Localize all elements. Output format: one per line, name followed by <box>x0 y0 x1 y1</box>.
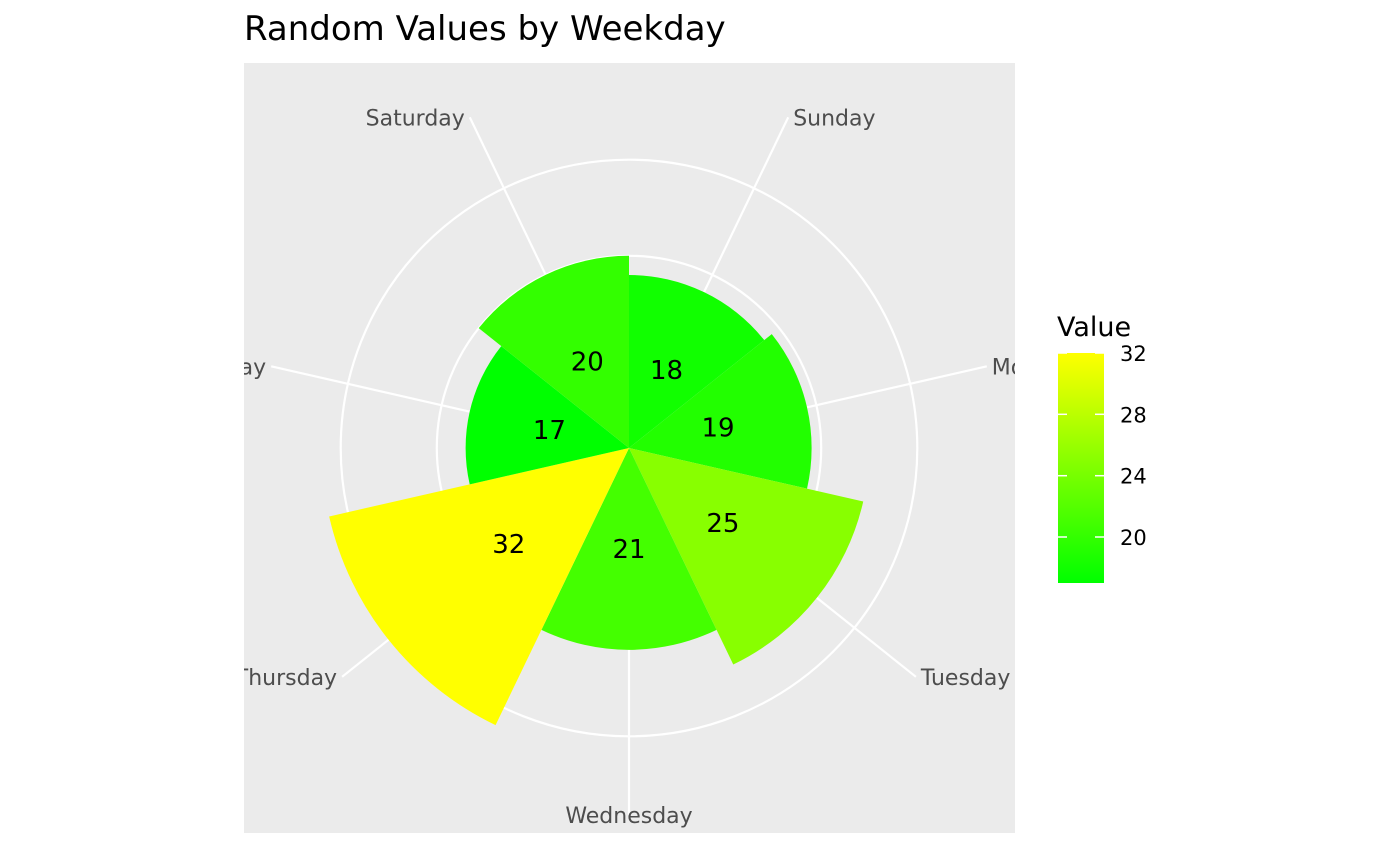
legend-title: Value <box>1057 312 1131 343</box>
chart-title: Random Values by Weekday <box>244 9 726 49</box>
data-label-monday: 19 <box>701 414 734 444</box>
data-label-wednesday: 21 <box>612 535 645 565</box>
axis-label-sunday: Sunday <box>793 106 875 131</box>
axis-label-wednesday: Wednesday <box>565 804 692 829</box>
legend-colorbar <box>1058 353 1104 583</box>
legend-tick-label: 24 <box>1120 465 1147 489</box>
axis-label-thursday: Thursday <box>234 666 337 691</box>
legend-tick-label: 32 <box>1120 342 1147 366</box>
axis-label-friday: Friday <box>200 355 267 380</box>
chart: Random Values by Weekday 18192521321720 … <box>200 9 1147 833</box>
axis-label-tuesday: Tuesday <box>920 666 1011 691</box>
data-label-thursday: 32 <box>492 530 525 560</box>
data-label-friday: 17 <box>533 416 566 446</box>
legend-tick-label: 28 <box>1120 403 1147 427</box>
axis-label-saturday: Saturday <box>366 106 465 131</box>
legend-tick-label: 20 <box>1120 526 1147 550</box>
data-label-tuesday: 25 <box>706 509 739 539</box>
data-label-saturday: 20 <box>571 347 604 377</box>
data-label-sunday: 18 <box>650 356 683 386</box>
